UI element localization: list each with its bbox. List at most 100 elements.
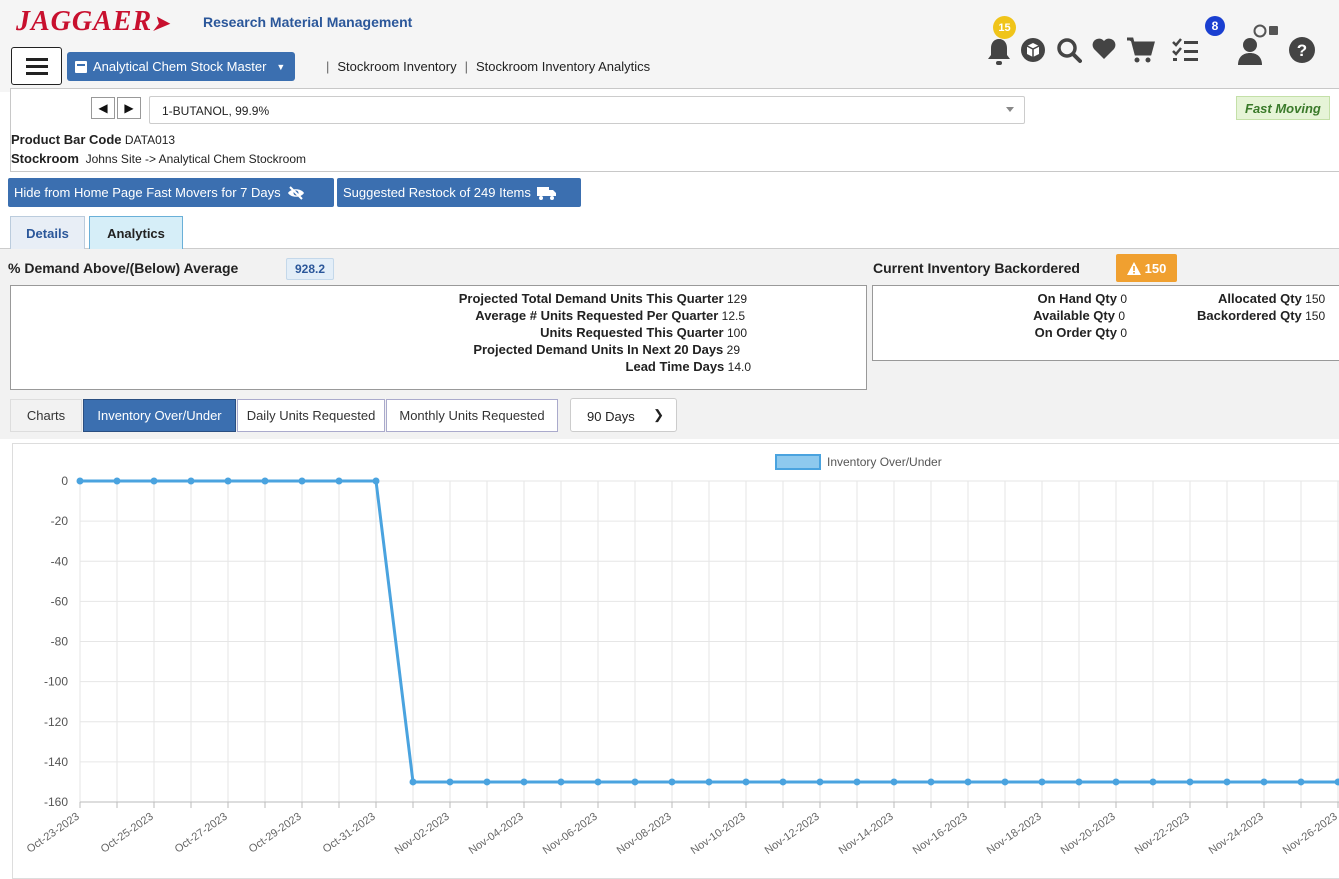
y-tick-label: -140 [44,755,68,769]
product-select-value: 1-BUTANOL, 99.9% [162,104,270,118]
x-tick-label: Nov-08-2023 [615,811,674,857]
data-point [1149,778,1157,786]
caret-down-icon [1006,107,1014,112]
book-icon [75,60,87,73]
charts-label: Charts [10,399,82,432]
suggested-restock-button[interactable]: Suggested Restock of 249 Items [337,178,581,207]
cart-icon[interactable] [1125,36,1155,68]
data-point [335,477,343,485]
x-tick-label: Nov-16-2023 [911,811,970,857]
help-icon[interactable]: ? [1288,36,1316,68]
data-point [631,778,639,786]
data-point [224,477,232,485]
data-point [668,778,676,786]
product-bar-code: Product Bar Code DATA013 [11,132,176,147]
tab-monthly-units-requested[interactable]: Monthly Units Requested [386,399,558,432]
units-requested-quarter: Units Requested This Quarter 100 [540,325,747,340]
data-point [1075,778,1083,786]
notification-count-badge: 15 [993,16,1016,39]
hamburger-menu-button[interactable] [11,47,62,85]
y-tick-label: -40 [51,554,69,568]
data-point [483,778,491,786]
stock-master-dropdown[interactable]: Analytical Chem Stock Master ▼ [67,52,296,81]
next-product-button[interactable]: ▶ [117,97,141,119]
app-title: Research Material Management [203,14,413,30]
data-point [1334,778,1339,786]
y-tick-label: -60 [51,594,69,608]
data-point [187,477,195,485]
data-point [1001,778,1009,786]
date-range-select[interactable]: 90 Days ❯ [570,398,677,432]
x-tick-label: Nov-22-2023 [1133,811,1192,857]
tab-details[interactable]: Details [10,216,85,249]
svg-text:?: ? [1297,41,1307,60]
x-tick-label: Nov-02-2023 [393,811,452,857]
jaggaer-logo[interactable]: JAGGAER➤ [16,6,170,38]
x-tick-label: Oct-23-2023 [25,811,82,856]
data-point [853,778,861,786]
y-tick-label: -120 [44,715,68,729]
demand-title: % Demand Above/(Below) Average [8,260,239,276]
date-range-value: 90 Days [587,409,635,424]
previous-product-button[interactable]: ◀ [91,97,115,119]
x-tick-label: Nov-04-2023 [467,811,526,857]
tab-daily-units-requested[interactable]: Daily Units Requested [237,399,385,432]
data-point [1297,778,1305,786]
x-tick-label: Nov-24-2023 [1207,811,1266,857]
data-point [1223,778,1231,786]
breadcrumb-inventory-analytics[interactable]: Stockroom Inventory Analytics [476,59,650,74]
on-order-qty: On Order Qty 0 [1034,325,1127,340]
backordered-badge: 150 [1116,254,1177,282]
y-tick-label: 0 [61,474,68,488]
data-point [1112,778,1120,786]
x-tick-label: Nov-20-2023 [1059,811,1118,857]
data-point [927,778,935,786]
x-tick-label: Nov-10-2023 [689,811,748,857]
globe-coffee-icon[interactable] [1253,16,1283,42]
demand-value-badge: 928.2 [286,258,335,280]
data-point [520,778,528,786]
inventory-over-under-chart: 0 -20 -40 -60 -80 -100 -120 -140 -160 Oct-23-2023… [25,454,1339,857]
checklist-icon[interactable] [1171,36,1201,68]
truck-icon [536,186,556,200]
allocated-qty: Allocated Qty 150 [1218,291,1326,306]
data-point [816,778,824,786]
data-point [705,778,713,786]
tab-analytics[interactable]: Analytics [89,216,183,249]
x-tick-label: Oct-25-2023 [99,811,156,856]
y-tick-label: -100 [44,675,68,689]
data-point [150,477,158,485]
breadcrumb-stockroom-inventory[interactable]: Stockroom Inventory [337,59,456,74]
x-tick-label: Nov-06-2023 [541,811,600,857]
warning-icon [1126,261,1141,275]
backordered-qty: Backordered Qty 150 [1197,308,1326,323]
data-point [446,778,454,786]
legend-swatch [775,454,821,470]
heart-icon[interactable] [1091,36,1117,66]
available-qty: Available Qty 0 [1033,308,1125,323]
projected-demand-20-days: Projected Demand Units In Next 20 Days 2… [473,342,740,357]
stockroom-path: Stockroom Johns Site -> Analytical Chem … [11,151,307,166]
data-point [779,778,787,786]
search-icon[interactable] [1056,36,1082,68]
hide-fast-movers-button[interactable]: Hide from Home Page Fast Movers for 7 Da… [8,178,334,207]
x-tick-label: Oct-31-2023 [321,811,378,856]
data-point [372,477,380,485]
product-select[interactable]: 1-BUTANOL, 99.9% [149,96,1025,124]
data-point [964,778,972,786]
data-point [409,778,417,786]
tab-inventory-over-under[interactable]: Inventory Over/Under [83,399,236,432]
x-tick-label: Nov-12-2023 [763,811,822,857]
box-icon[interactable] [1019,36,1047,68]
bell-icon[interactable] [987,36,1011,70]
data-point [1186,778,1194,786]
y-tick-label: -80 [51,635,69,649]
caret-down-icon: ▼ [276,61,286,72]
x-tick-label: Nov-26-2023 [1281,811,1339,857]
x-tick-label: Nov-18-2023 [985,811,1044,857]
x-tick-label: Oct-29-2023 [247,811,304,856]
data-point [557,778,565,786]
average-units-per-quarter: Average # Units Requested Per Quarter 12… [475,308,745,323]
data-point [890,778,898,786]
data-point [76,477,84,485]
